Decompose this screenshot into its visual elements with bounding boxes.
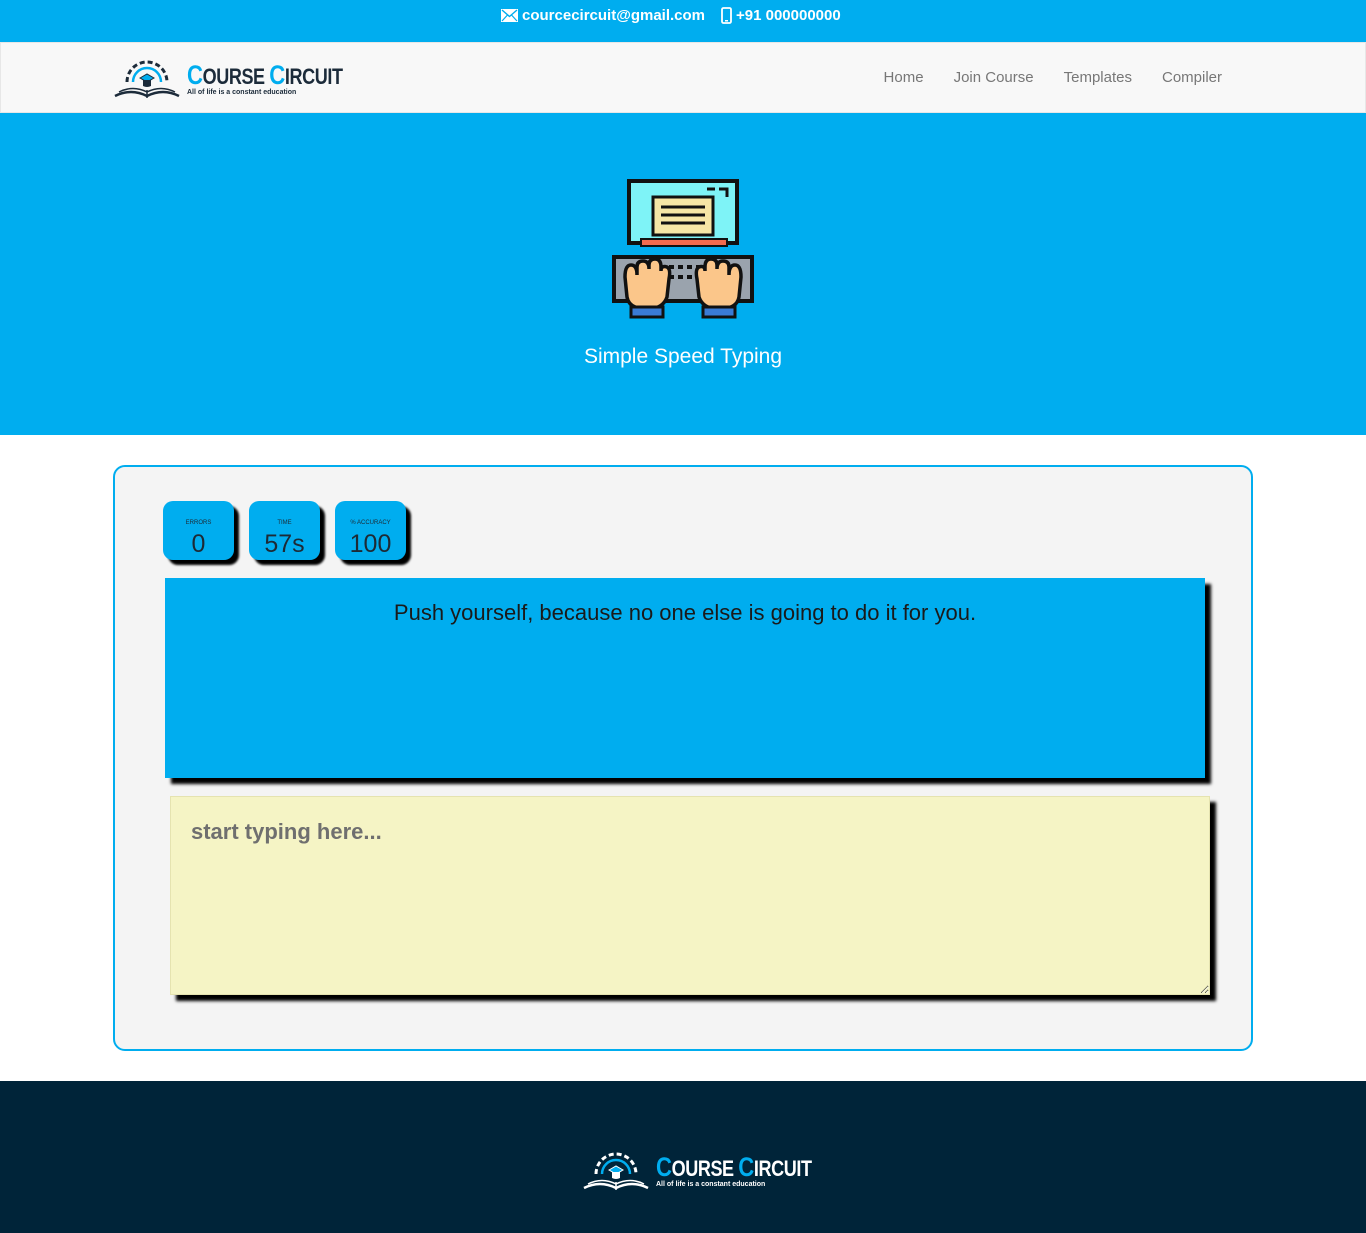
typing-input[interactable] <box>170 796 1210 995</box>
accuracy-label: % Accuracy <box>350 520 391 526</box>
typing-test-card: Errors 0 Time 57s % Accuracy 100 Push yo… <box>113 465 1253 1051</box>
nav-templates[interactable]: Templates <box>1064 69 1132 86</box>
brand-logo[interactable]: COURSE CIRCUIT All of life is a constant… <box>113 56 343 105</box>
navbar: COURSE CIRCUIT All of life is a constant… <box>0 42 1366 113</box>
nav-home[interactable]: Home <box>884 69 924 86</box>
open-book-logo-icon <box>582 1148 650 1197</box>
contact-email-text: courcecircuit@gmail.com <box>522 7 706 24</box>
brand-text: COURSE CIRCUIT All of life is a constant… <box>187 60 377 97</box>
envelope-icon <box>501 9 522 22</box>
quote-text: Push yourself, because no one else is go… <box>165 578 1205 778</box>
errors-label: Errors <box>185 520 212 526</box>
errors-counter: Errors 0 <box>163 501 234 560</box>
errors-value: 0 <box>191 530 206 558</box>
typing-computer-icon <box>611 179 755 328</box>
nav-join-course[interactable]: Join Course <box>954 69 1034 86</box>
time-value: 57s <box>264 530 305 558</box>
accuracy-counter: % Accuracy 100 <box>335 501 406 560</box>
footer-brand-name: COURSE CIRCUIT <box>656 1152 812 1182</box>
brand-tagline: All of life is a constant education <box>187 89 297 96</box>
time-label: Time <box>277 520 292 526</box>
hero-banner: Simple Speed Typing <box>0 113 1366 435</box>
main-nav: Home Join Course Templates Compiler <box>854 43 1222 112</box>
nav-compiler[interactable]: Compiler <box>1162 69 1222 86</box>
open-book-logo-icon <box>113 56 181 105</box>
footer-brand-logo[interactable]: COURSE CIRCUIT All of life is a constant… <box>582 1148 812 1197</box>
contact-email[interactable]: courcecircuit@gmail.com <box>501 0 705 31</box>
time-counter: Time 57s <box>249 501 320 560</box>
mobile-phone-icon <box>721 7 736 24</box>
footer-brand-text: COURSE CIRCUIT All of life is a constant… <box>656 1152 846 1189</box>
accuracy-value: 100 <box>349 530 392 558</box>
page-title: Simple Speed Typing <box>583 345 783 368</box>
contact-phone[interactable]: +91 000000000 <box>721 0 841 31</box>
footer-brand-tagline: All of life is a constant education <box>656 1181 766 1188</box>
contact-phone-text: +91 000000000 <box>736 7 841 24</box>
footer: COURSE CIRCUIT All of life is a constant… <box>0 1081 1366 1233</box>
contact-bar: courcecircuit@gmail.com +91 000000000 <box>0 0 1366 42</box>
brand-name: COURSE CIRCUIT <box>187 60 343 90</box>
